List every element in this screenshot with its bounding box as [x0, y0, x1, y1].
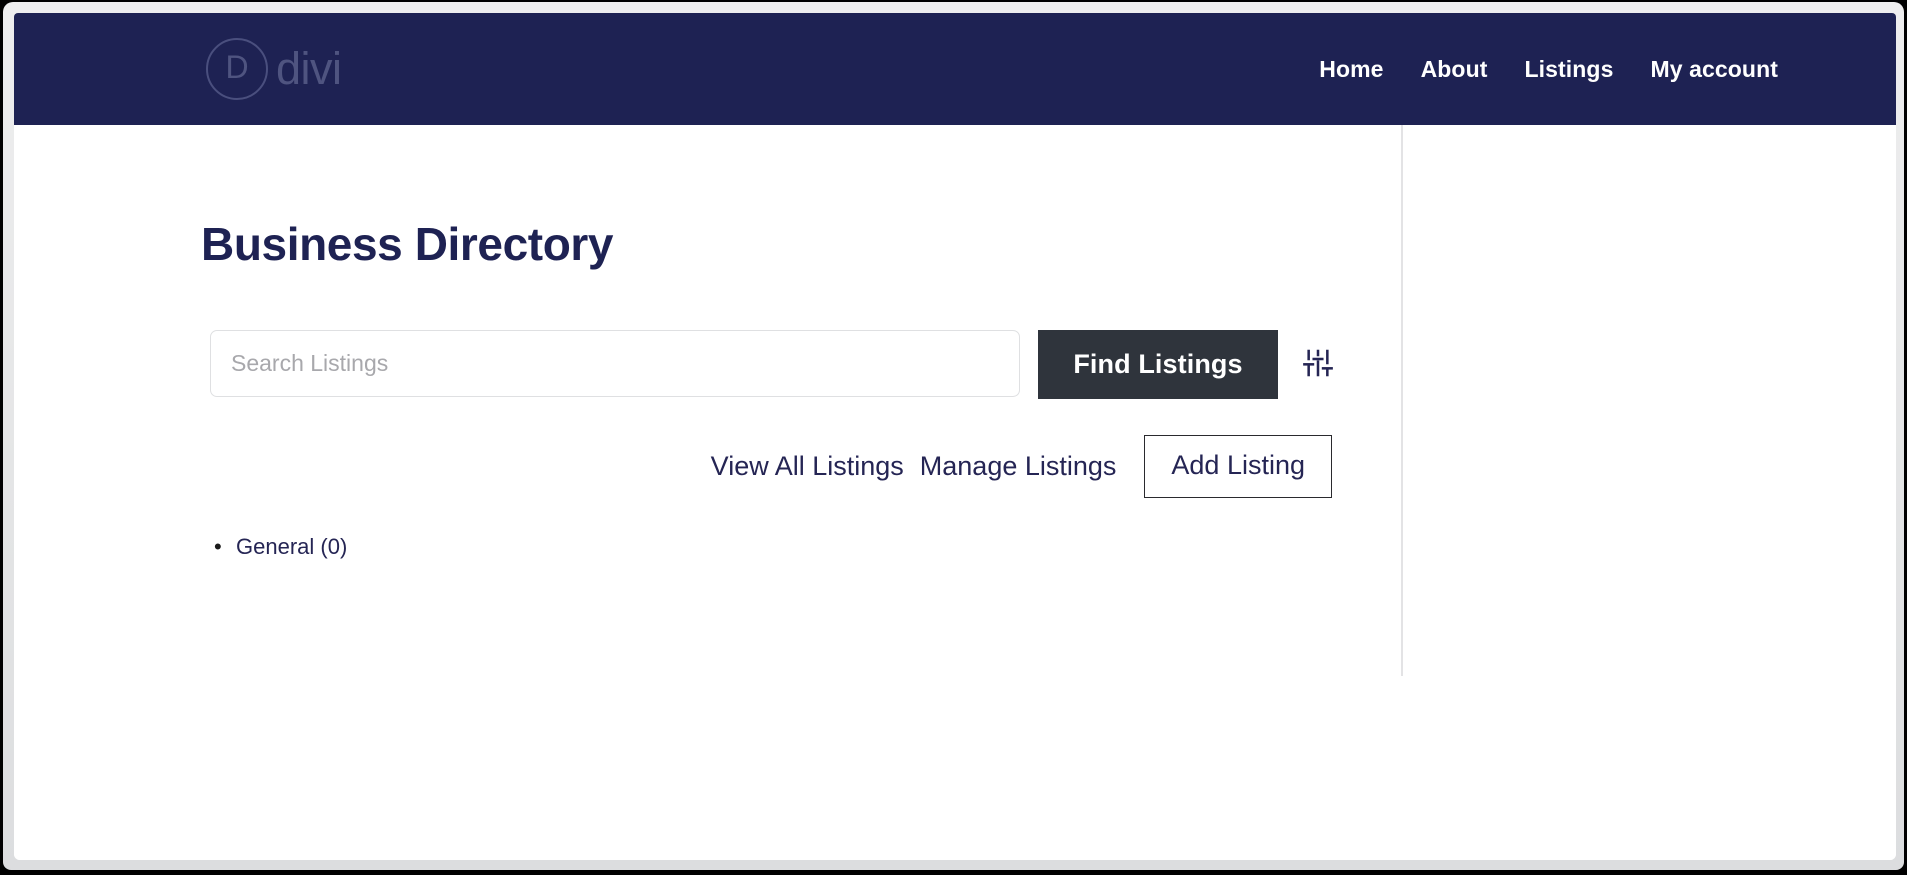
- page-title: Business Directory: [201, 218, 614, 270]
- browser-frame: D divi Home About Listings My account Bu…: [3, 2, 1904, 870]
- divi-logo-icon: D: [206, 38, 268, 100]
- main-column: Business Directory Find Listings: [14, 125, 1401, 788]
- nav-item-listings[interactable]: Listings: [1524, 56, 1613, 83]
- view-all-listings-link[interactable]: View All Listings: [711, 453, 904, 480]
- nav-item-about[interactable]: About: [1421, 56, 1488, 83]
- site-header: D divi Home About Listings My account: [14, 13, 1896, 125]
- divi-logo-letter: D: [225, 49, 249, 85]
- listing-search-form: Find Listings: [210, 330, 1342, 399]
- find-listings-button[interactable]: Find Listings: [1038, 330, 1278, 399]
- nav-item-home[interactable]: Home: [1319, 56, 1383, 83]
- page-footer-area: [14, 676, 1896, 860]
- column-divider: [1401, 125, 1403, 676]
- listing-actions: View All Listings Manage Listings Add Li…: [210, 435, 1332, 498]
- content-area: Business Directory Find Listings: [14, 125, 1896, 860]
- list-item: General (0): [214, 532, 348, 563]
- screen: D divi Home About Listings My account Bu…: [0, 0, 1907, 875]
- filter-toggle-button[interactable]: [1294, 330, 1342, 399]
- nav-item-my-account[interactable]: My account: [1650, 56, 1778, 83]
- main-navigation: Home About Listings My account: [1319, 13, 1778, 125]
- add-listing-button[interactable]: Add Listing: [1144, 435, 1332, 498]
- category-list: General (0): [210, 532, 347, 563]
- sliders-filter-icon: [1301, 347, 1335, 382]
- divi-wordmark: divi: [276, 43, 342, 94]
- category-count-general: (0): [320, 534, 348, 559]
- category-link-general[interactable]: General: [236, 534, 314, 559]
- manage-listings-link[interactable]: Manage Listings: [920, 453, 1117, 480]
- site-logo[interactable]: D divi: [206, 38, 342, 100]
- page-viewport: D divi Home About Listings My account Bu…: [14, 13, 1896, 860]
- search-input[interactable]: [210, 330, 1020, 397]
